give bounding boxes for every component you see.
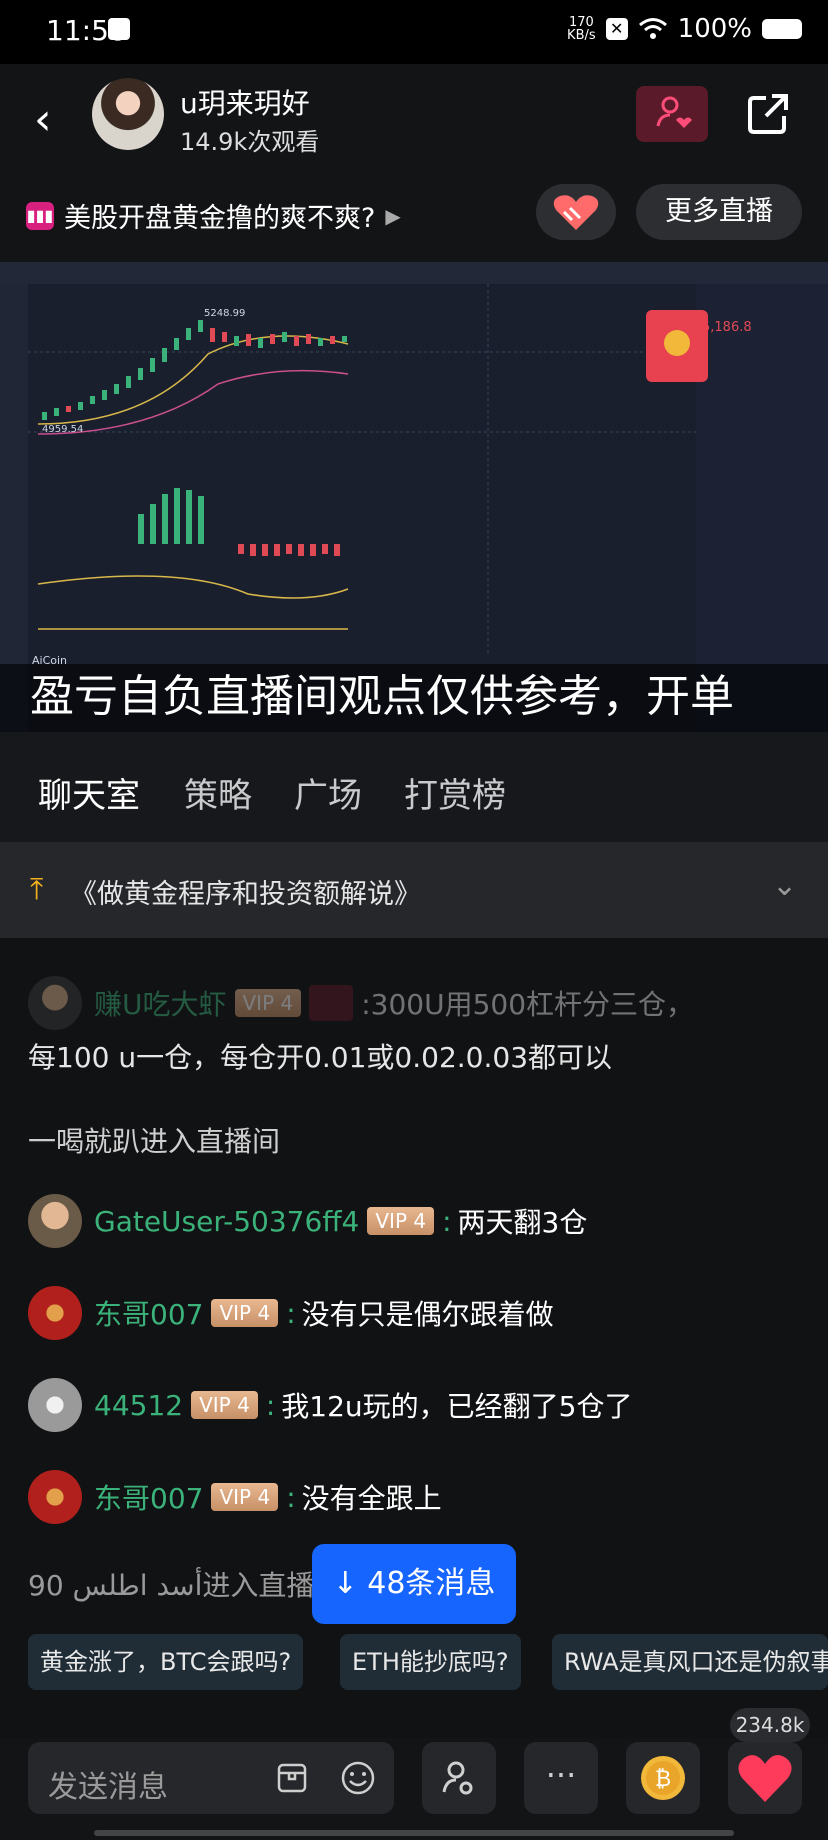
chat-username[interactable]: 44512 [94, 1389, 183, 1422]
user-mic-button[interactable] [422, 1742, 496, 1814]
handshake-heart-icon [553, 195, 599, 230]
vip-badge: VIP 4 [211, 1483, 279, 1511]
colon-separator: : [442, 1204, 452, 1238]
chart-high-label: 5248.99 [204, 308, 245, 319]
like-button[interactable] [728, 1742, 802, 1814]
heart-icon [738, 1755, 792, 1802]
coin-tip-button[interactable]: ₿ [626, 1742, 700, 1814]
chat-message: GateUser-50376ff4 VIP 4 : 两天翻3仓 [28, 1194, 587, 1248]
pin-up-icon: ⤒ [30, 872, 44, 907]
chat-message: 赚U吃大虾 VIP 4 :300U用500杠杆分三仓， [28, 976, 694, 1030]
host-name[interactable]: u玥来玥好 [180, 82, 310, 122]
wifi-icon [638, 18, 667, 39]
pinned-text: 《做黄金程序和投资额解说》 [70, 879, 421, 910]
live-topic[interactable]: ▮▮▮ 美股开盘黄金撸的爽不爽? ▶ [26, 196, 401, 235]
vip-badge: VIP 4 [367, 1207, 435, 1235]
live-video[interactable]: 5248.99 4959.54 5,186.8 AiCoin 盈亏自负直播间观点… [0, 262, 828, 732]
play-triangle-icon: ▶ [385, 203, 401, 228]
svg-text:₿: ₿ [655, 1767, 671, 1792]
status-right: 170 KB/s ✕ 100% [567, 14, 802, 44]
user-avatar[interactable] [28, 1470, 82, 1524]
system-entry-message: 一喝就趴进入直播间 [28, 1125, 281, 1158]
colon-separator: : [286, 1296, 296, 1330]
system-entry-message: 90 أسد اطلس进入直播 [28, 1569, 315, 1602]
chat-username[interactable]: 东哥007 [94, 1477, 203, 1517]
sim-icon: ✕ [605, 18, 628, 40]
status-bar: 11:58 170 KB/s ✕ 100% [0, 0, 828, 64]
more-options-button[interactable]: ··· [524, 1742, 598, 1814]
user-avatar[interactable] [28, 1378, 82, 1432]
user-avatar[interactable] [28, 1286, 82, 1340]
vip-badge: VIP 4 [234, 989, 302, 1017]
emoji-icon[interactable] [340, 1760, 376, 1796]
user-avatar[interactable] [28, 976, 82, 1030]
chat-text-continued: 每100 u一仓，每仓开0.01或0.02.0.03都可以 [28, 1041, 613, 1074]
chat-text: 两天翻3仓 [457, 1206, 588, 1239]
side-price: 5,186.8 [702, 320, 752, 335]
chat-username[interactable]: GateUser-50376ff4 [94, 1205, 359, 1238]
red-packet-coin-icon [664, 330, 690, 356]
back-icon[interactable]: ‹ [34, 94, 52, 145]
bitcoin-coin-icon: ₿ [641, 1756, 685, 1800]
vip-badge: VIP 4 [191, 1391, 258, 1419]
new-messages-button[interactable]: ↓ 48条消息 [312, 1544, 516, 1624]
share-icon [748, 94, 788, 134]
chat-message: 44512 VIP 4 : 我12u玩的，已经翻了5仓了 [28, 1378, 632, 1432]
chat-username[interactable]: 东哥007 [94, 1293, 203, 1333]
chat-message: 东哥007 VIP 4 : 没有全跟上 [28, 1470, 442, 1524]
chevron-down-icon[interactable]: ⌄ [772, 868, 797, 903]
user-settings-icon [442, 1761, 473, 1795]
chat-text: :300U用500杠杆分三仓， [361, 988, 695, 1021]
price-chart: 5248.99 4959.54 [28, 284, 696, 654]
colon-separator: : [265, 1388, 276, 1422]
tab-strategy[interactable]: 策略 [184, 768, 252, 817]
network-speed-unit: KB/s [567, 28, 596, 43]
colon-separator: : [286, 1480, 296, 1514]
network-speed: 170 KB/s [567, 16, 596, 42]
more-live-button[interactable]: 更多直播 [636, 184, 802, 240]
chat-message: 东哥007 VIP 4 : 没有只是偶尔跟着做 [28, 1286, 554, 1340]
input-placeholder: 发送消息 [48, 1770, 168, 1805]
gift-heart-button[interactable] [536, 184, 616, 240]
app-notification-icon [108, 18, 130, 40]
topic-title: 美股开盘黄金撸的爽不爽? [64, 203, 376, 234]
live-header: ‹ u玥来玥好 14.9k次观看 [0, 64, 828, 184]
more-dots-icon: ··· [545, 1756, 577, 1794]
like-count: 234.8k [730, 1708, 810, 1742]
stream-overlay-banner: 盈亏自负直播间观点仅供参考，开单 [0, 664, 828, 732]
tab-tip-ranking[interactable]: 打赏榜 [404, 768, 506, 817]
follow-button[interactable] [636, 86, 708, 142]
lower-band-line [37, 369, 349, 435]
chat-text: 我12u玩的，已经翻了5仓了 [281, 1390, 633, 1423]
view-count: 14.9k次观看 [180, 128, 320, 156]
quick-reply-chip[interactable]: ETH能抄底吗? [340, 1634, 521, 1690]
tab-square[interactable]: 广场 [294, 768, 362, 817]
share-button[interactable] [746, 92, 790, 136]
indicator-line [37, 575, 349, 599]
ticker-bar [0, 262, 828, 284]
chat-username[interactable]: 赚U吃大虾 [94, 983, 227, 1023]
battery-percent: 100% [677, 14, 752, 44]
chart-low-label: 4959.54 [42, 424, 83, 435]
live-bars-icon: ▮▮▮ [26, 201, 54, 230]
vip-badge: VIP 4 [211, 1299, 279, 1327]
message-input[interactable]: 发送消息 [28, 1742, 394, 1814]
clipboard-icon[interactable] [276, 1762, 308, 1794]
quick-reply-chip[interactable]: RWA是真风口还是伪叙事 [552, 1634, 828, 1690]
host-avatar[interactable] [92, 78, 164, 150]
tab-chatroom[interactable]: 聊天室 [38, 768, 140, 817]
volume-bars [138, 488, 340, 556]
pinned-message[interactable]: ⤒ 《做黄金程序和投资额解说》 ⌄ [0, 842, 828, 938]
chat-text: 没有全跟上 [301, 1482, 442, 1515]
user-avatar[interactable] [28, 1194, 82, 1248]
follow-badge-icon [309, 985, 354, 1021]
chat-text: 没有只是偶尔跟着做 [301, 1298, 554, 1331]
home-indicator [94, 1830, 734, 1836]
upper-band-line [37, 335, 349, 425]
room-tabs: 聊天室 策略 广场 打赏榜 [0, 732, 828, 842]
quick-reply-chip[interactable]: 黄金涨了，BTC会跟吗? [28, 1634, 304, 1690]
follow-user-icon [656, 96, 692, 128]
battery-icon [762, 19, 802, 39]
